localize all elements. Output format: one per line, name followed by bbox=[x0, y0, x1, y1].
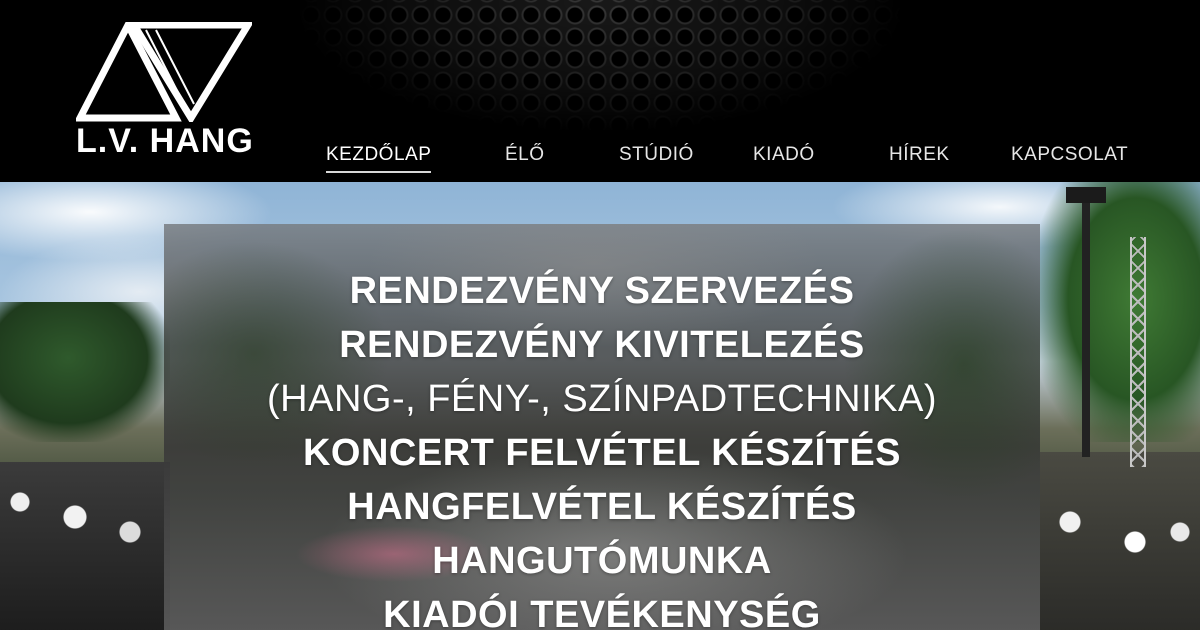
service-item: (HANG-, FÉNY-, SZÍNPADTECHNIKA) bbox=[267, 378, 937, 420]
lv-triangle-logo-icon bbox=[76, 22, 252, 122]
nav-item-kezdolap[interactable]: KEZDŐLAP bbox=[326, 144, 432, 173]
service-item: HANGUTÓMUNKA bbox=[432, 540, 772, 582]
trees-right-image bbox=[1040, 182, 1200, 442]
nav-item-kapcsolat[interactable]: KAPCSOLAT bbox=[1011, 144, 1128, 166]
hero-section: RENDEZVÉNY SZERVEZÉS RENDEZVÉNY KIVITELE… bbox=[0, 182, 1200, 630]
crowd-left-image bbox=[0, 462, 170, 630]
service-item: KONCERT FELVÉTEL KÉSZÍTÉS bbox=[302, 432, 902, 474]
speaker-grille-background bbox=[300, 0, 900, 130]
service-item: RENDEZVÉNY SZERVEZÉS bbox=[349, 270, 855, 312]
nav-item-kiado[interactable]: KIADÓ bbox=[753, 144, 815, 166]
service-item: RENDEZVÉNY KIVITELEZÉS bbox=[339, 324, 865, 366]
crowd-right-image bbox=[1040, 452, 1200, 630]
nav-item-studio[interactable]: STÚDIÓ bbox=[619, 144, 694, 166]
nav-item-elo[interactable]: ÉLŐ bbox=[505, 144, 545, 166]
trees-left-image bbox=[0, 302, 170, 442]
nav-item-hirek[interactable]: HÍREK bbox=[889, 144, 950, 166]
light-pole-image bbox=[1082, 187, 1090, 457]
service-item: KIADÓI TEVÉKENYSÉG bbox=[383, 594, 821, 630]
service-item: HANGFELVÉTEL KÉSZÍTÉS bbox=[347, 486, 857, 528]
light-pole-head-image bbox=[1066, 187, 1106, 203]
main-navigation: KEZDŐLAP ÉLŐ STÚDIÓ KIADÓ HÍREK KAPCSOLA… bbox=[0, 140, 1200, 174]
site-header: L.V. HANG KEZDŐLAP ÉLŐ STÚDIÓ KIADÓ HÍRE… bbox=[0, 0, 1200, 182]
stage-truss-image bbox=[1130, 237, 1146, 467]
services-list: RENDEZVÉNY SZERVEZÉS RENDEZVÉNY KIVITELE… bbox=[164, 264, 1040, 630]
